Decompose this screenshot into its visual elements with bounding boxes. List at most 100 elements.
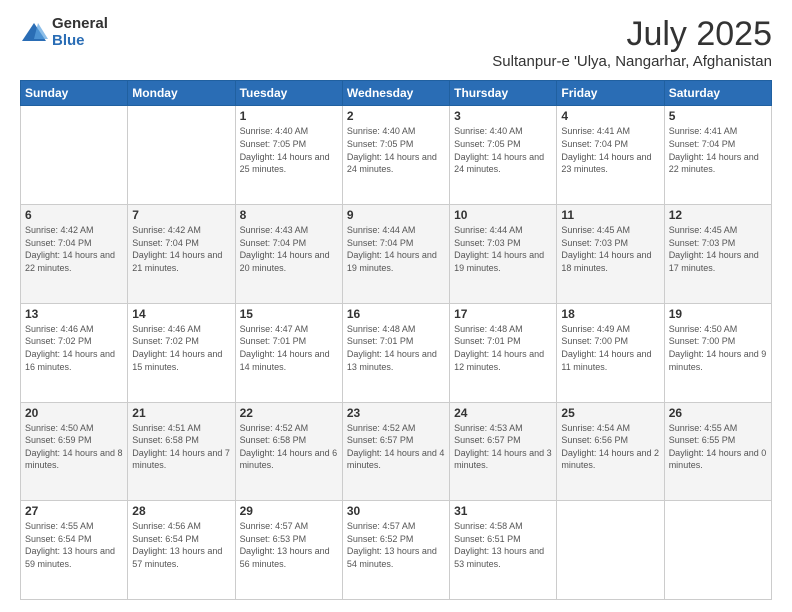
calendar-cell: 12 Sunrise: 4:45 AM Sunset: 7:03 PM Dayli… <box>664 205 771 304</box>
day-number: 5 <box>669 109 767 123</box>
day-number: 10 <box>454 208 552 222</box>
day-number: 19 <box>669 307 767 321</box>
calendar-header-row: SundayMondayTuesdayWednesdayThursdayFrid… <box>21 81 772 106</box>
day-detail: Sunrise: 4:46 AM Sunset: 7:02 PM Dayligh… <box>25 323 123 373</box>
day-detail: Sunrise: 4:41 AM Sunset: 7:04 PM Dayligh… <box>669 125 767 175</box>
calendar-cell: 20Sunrise: 4:50 AM Sunset: 6:59 PM Dayli… <box>21 402 128 501</box>
day-detail: Sunrise: 4:48 AM Sunset: 7:01 PM Dayligh… <box>454 323 552 373</box>
calendar-cell: 29 Sunrise: 4:57 AM Sunset: 6:53 PM Dayli… <box>235 501 342 600</box>
calendar-cell: 31 Sunrise: 4:58 AM Sunset: 6:51 PM Dayli… <box>450 501 557 600</box>
day-number: 20 <box>25 406 123 420</box>
calendar-header-thursday: Thursday <box>450 81 557 106</box>
calendar-cell: 21 Sunrise: 4:51 AM Sunset: 6:58 PM Dayli… <box>128 402 235 501</box>
calendar-cell: 11Sunrise: 4:45 AM Sunset: 7:03 PM Dayli… <box>557 205 664 304</box>
main-title: July 2025 <box>492 16 772 53</box>
calendar-cell: 22Sunrise: 4:52 AM Sunset: 6:58 PM Dayli… <box>235 402 342 501</box>
day-number: 11 <box>561 208 659 222</box>
calendar-week-row: 20Sunrise: 4:50 AM Sunset: 6:59 PM Dayli… <box>21 402 772 501</box>
calendar-table: SundayMondayTuesdayWednesdayThursdayFrid… <box>20 80 772 600</box>
header: General Blue July 2025 Sultanpur-e 'Ulya… <box>20 16 772 70</box>
day-number: 23 <box>347 406 445 420</box>
calendar-cell: 3Sunrise: 4:40 AM Sunset: 7:05 PM Daylig… <box>450 106 557 205</box>
day-detail: Sunrise: 4:58 AM Sunset: 6:51 PM Dayligh… <box>454 520 552 570</box>
day-detail: Sunrise: 4:45 AM Sunset: 7:03 PM Dayligh… <box>669 224 767 274</box>
day-detail: Sunrise: 4:48 AM Sunset: 7:01 PM Dayligh… <box>347 323 445 373</box>
calendar-cell: 2 Sunrise: 4:40 AM Sunset: 7:05 PM Daylig… <box>342 106 449 205</box>
calendar-cell: 23Sunrise: 4:52 AM Sunset: 6:57 PM Dayli… <box>342 402 449 501</box>
day-number: 12 <box>669 208 767 222</box>
day-number: 25 <box>561 406 659 420</box>
day-number: 24 <box>454 406 552 420</box>
calendar-week-row: 13 Sunrise: 4:46 AM Sunset: 7:02 PM Dayli… <box>21 303 772 402</box>
day-detail: Sunrise: 4:42 AM Sunset: 7:04 PM Dayligh… <box>132 224 230 274</box>
day-detail: Sunrise: 4:42 AM Sunset: 7:04 PM Dayligh… <box>25 224 123 274</box>
day-detail: Sunrise: 4:55 AM Sunset: 6:55 PM Dayligh… <box>669 422 767 472</box>
day-number: 15 <box>240 307 338 321</box>
day-detail: Sunrise: 4:40 AM Sunset: 7:05 PM Dayligh… <box>347 125 445 175</box>
calendar-header-sunday: Sunday <box>21 81 128 106</box>
calendar-cell: 9 Sunrise: 4:44 AM Sunset: 7:04 PM Daylig… <box>342 205 449 304</box>
day-number: 14 <box>132 307 230 321</box>
calendar-header-friday: Friday <box>557 81 664 106</box>
calendar-cell: 17Sunrise: 4:48 AM Sunset: 7:01 PM Dayli… <box>450 303 557 402</box>
calendar-cell: 4 Sunrise: 4:41 AM Sunset: 7:04 PM Daylig… <box>557 106 664 205</box>
day-number: 6 <box>25 208 123 222</box>
day-detail: Sunrise: 4:51 AM Sunset: 6:58 PM Dayligh… <box>132 422 230 472</box>
calendar-cell: 1 Sunrise: 4:40 AM Sunset: 7:05 PM Daylig… <box>235 106 342 205</box>
logo-text: General Blue <box>52 16 108 49</box>
calendar-cell: 8 Sunrise: 4:43 AM Sunset: 7:04 PM Daylig… <box>235 205 342 304</box>
day-detail: Sunrise: 4:40 AM Sunset: 7:05 PM Dayligh… <box>454 125 552 175</box>
day-number: 29 <box>240 504 338 518</box>
day-number: 26 <box>669 406 767 420</box>
calendar-week-row: 1 Sunrise: 4:40 AM Sunset: 7:05 PM Daylig… <box>21 106 772 205</box>
logo: General Blue <box>20 16 108 49</box>
day-detail: Sunrise: 4:43 AM Sunset: 7:04 PM Dayligh… <box>240 224 338 274</box>
calendar-cell: 27Sunrise: 4:55 AM Sunset: 6:54 PM Dayli… <box>21 501 128 600</box>
calendar-cell <box>21 106 128 205</box>
calendar-header-monday: Monday <box>128 81 235 106</box>
calendar-cell: 18 Sunrise: 4:49 AM Sunset: 7:00 PM Dayli… <box>557 303 664 402</box>
day-detail: Sunrise: 4:46 AM Sunset: 7:02 PM Dayligh… <box>132 323 230 373</box>
calendar-week-row: 27Sunrise: 4:55 AM Sunset: 6:54 PM Dayli… <box>21 501 772 600</box>
day-number: 30 <box>347 504 445 518</box>
calendar-header-saturday: Saturday <box>664 81 771 106</box>
day-number: 27 <box>25 504 123 518</box>
day-number: 7 <box>132 208 230 222</box>
day-detail: Sunrise: 4:41 AM Sunset: 7:04 PM Dayligh… <box>561 125 659 175</box>
day-number: 4 <box>561 109 659 123</box>
calendar-cell <box>128 106 235 205</box>
calendar-cell: 30 Sunrise: 4:57 AM Sunset: 6:52 PM Dayli… <box>342 501 449 600</box>
day-number: 13 <box>25 307 123 321</box>
day-detail: Sunrise: 4:57 AM Sunset: 6:53 PM Dayligh… <box>240 520 338 570</box>
calendar-cell: 16 Sunrise: 4:48 AM Sunset: 7:01 PM Dayli… <box>342 303 449 402</box>
day-number: 2 <box>347 109 445 123</box>
subtitle: Sultanpur-e 'Ulya, Nangarhar, Afghanista… <box>492 53 772 70</box>
calendar-cell: 19 Sunrise: 4:50 AM Sunset: 7:00 PM Dayli… <box>664 303 771 402</box>
calendar-cell: 25 Sunrise: 4:54 AM Sunset: 6:56 PM Dayli… <box>557 402 664 501</box>
day-detail: Sunrise: 4:47 AM Sunset: 7:01 PM Dayligh… <box>240 323 338 373</box>
day-detail: Sunrise: 4:40 AM Sunset: 7:05 PM Dayligh… <box>240 125 338 175</box>
day-detail: Sunrise: 4:49 AM Sunset: 7:00 PM Dayligh… <box>561 323 659 373</box>
day-detail: Sunrise: 4:44 AM Sunset: 7:03 PM Dayligh… <box>454 224 552 274</box>
calendar-cell: 14 Sunrise: 4:46 AM Sunset: 7:02 PM Dayli… <box>128 303 235 402</box>
page: General Blue July 2025 Sultanpur-e 'Ulya… <box>0 0 792 612</box>
day-detail: Sunrise: 4:52 AM Sunset: 6:58 PM Dayligh… <box>240 422 338 472</box>
day-detail: Sunrise: 4:44 AM Sunset: 7:04 PM Dayligh… <box>347 224 445 274</box>
day-number: 8 <box>240 208 338 222</box>
day-number: 18 <box>561 307 659 321</box>
day-detail: Sunrise: 4:50 AM Sunset: 7:00 PM Dayligh… <box>669 323 767 373</box>
day-number: 28 <box>132 504 230 518</box>
day-number: 21 <box>132 406 230 420</box>
day-number: 31 <box>454 504 552 518</box>
day-number: 16 <box>347 307 445 321</box>
logo-general: General <box>52 16 108 33</box>
logo-blue: Blue <box>52 33 108 50</box>
day-detail: Sunrise: 4:54 AM Sunset: 6:56 PM Dayligh… <box>561 422 659 472</box>
calendar-cell: 10 Sunrise: 4:44 AM Sunset: 7:03 PM Dayli… <box>450 205 557 304</box>
day-detail: Sunrise: 4:56 AM Sunset: 6:54 PM Dayligh… <box>132 520 230 570</box>
calendar-cell: 24Sunrise: 4:53 AM Sunset: 6:57 PM Dayli… <box>450 402 557 501</box>
calendar-cell: 15 Sunrise: 4:47 AM Sunset: 7:01 PM Dayli… <box>235 303 342 402</box>
day-number: 9 <box>347 208 445 222</box>
day-detail: Sunrise: 4:57 AM Sunset: 6:52 PM Dayligh… <box>347 520 445 570</box>
day-number: 1 <box>240 109 338 123</box>
